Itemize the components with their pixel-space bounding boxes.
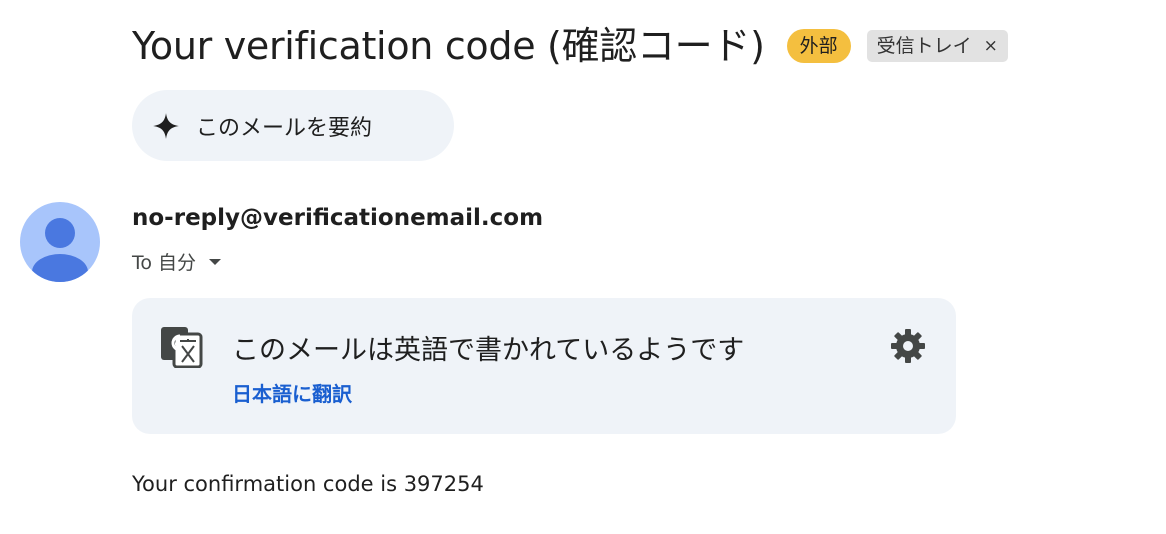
- external-label-badge: 外部: [786, 29, 851, 63]
- translation-bar: このメールは英語で書かれているようです 日本語に翻訳: [132, 298, 956, 434]
- inbox-label-text: 受信トレイ: [876, 35, 972, 57]
- person-icon: [32, 218, 88, 282]
- email-subject: Your verification code (確認コード): [132, 24, 765, 68]
- language-detected-message: このメールは英語で書かれているようです: [232, 335, 745, 366]
- chevron-down-icon[interactable]: [208, 257, 222, 267]
- summarize-label: このメールを要約: [196, 115, 373, 141]
- inbox-label-chip: 受信トレイ ×: [866, 30, 1008, 62]
- sender-email[interactable]: no-reply@verificationemail.com: [132, 205, 543, 231]
- recipient-label: To 自分: [132, 252, 197, 274]
- translate-icon: [161, 327, 203, 368]
- sender-avatar[interactable]: [20, 202, 100, 282]
- email-body: Your confirmation code is 397254: [132, 472, 484, 496]
- summarize-email-button[interactable]: このメールを要約: [132, 90, 454, 161]
- recipient-row: To 自分: [132, 248, 222, 275]
- subject-row: Your verification code (確認コード) 外部 受信トレイ …: [132, 18, 1008, 74]
- gear-icon[interactable]: [888, 326, 928, 366]
- remove-label-button[interactable]: ×: [984, 33, 998, 59]
- sparkle-icon: [153, 112, 179, 139]
- translate-to-japanese-link[interactable]: 日本語に翻訳: [232, 378, 352, 407]
